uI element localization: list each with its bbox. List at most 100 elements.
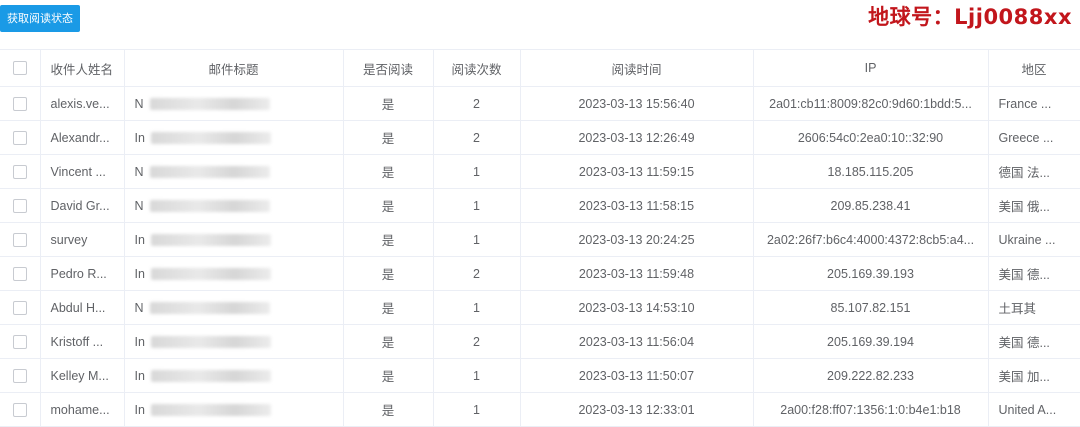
read-count: 2: [433, 324, 521, 359]
row-checkbox[interactable]: [12, 300, 27, 315]
recipient-name: Kristoff ...: [40, 324, 125, 359]
table-row[interactable]: Kelley M... In 是 1 2023-03-13 11:50:07 209.22…: [0, 358, 1080, 393]
row-checkbox-cell[interactable]: [0, 392, 41, 427]
row-checkbox[interactable]: [12, 198, 27, 213]
header-ip: IP: [753, 49, 989, 87]
read-count: 2: [433, 256, 521, 291]
header-subject: 邮件标题: [124, 49, 344, 87]
read-count: 2: [433, 120, 521, 155]
read-count: 1: [433, 358, 521, 393]
row-checkbox-cell[interactable]: [0, 120, 41, 155]
row-checkbox-cell[interactable]: [0, 188, 41, 223]
select-all-checkbox[interactable]: [12, 61, 27, 76]
row-checkbox[interactable]: [12, 96, 27, 111]
read-status: 是: [343, 154, 434, 189]
table-row[interactable]: Kristoff ... In 是 2 2023-03-13 11:56:04 205.1…: [0, 324, 1080, 359]
ip-address: 2a01:cb11:8009:82c0:9d60:1bdd:5...: [753, 86, 989, 121]
region: Greece ...: [988, 120, 1080, 155]
region: United A...: [988, 392, 1080, 427]
email-subject: In: [124, 222, 344, 257]
recipient-name: mohame...: [40, 392, 125, 427]
table-row[interactable]: survey In 是 1 2023-03-13 20:24:25 2a02:26f7:b…: [0, 222, 1080, 257]
recipient-name: Pedro R...: [40, 256, 125, 291]
email-subject: In: [124, 120, 344, 155]
row-checkbox[interactable]: [12, 368, 27, 383]
read-time: 2023-03-13 12:33:01: [520, 392, 754, 427]
email-subject: In: [124, 392, 344, 427]
header-read-count: 阅读次数: [433, 49, 521, 87]
read-status: 是: [343, 256, 434, 291]
redacted-text: [150, 336, 271, 349]
table-row[interactable]: Alexandr... In 是 2 2023-03-13 12:26:49 2606:5…: [0, 120, 1080, 155]
table-row[interactable]: alexis.ve... N 是 2 2023-03-13 15:56:40 2a01:c…: [0, 86, 1080, 121]
table-row[interactable]: David Gr... N 是 1 2023-03-13 11:58:15 209.85.…: [0, 188, 1080, 223]
ip-address: 209.222.82.233: [753, 358, 989, 393]
table-row[interactable]: Pedro R... In 是 2 2023-03-13 11:59:48 205.169…: [0, 256, 1080, 291]
ip-address: 205.169.39.194: [753, 324, 989, 359]
email-subject: N: [124, 86, 344, 121]
toolbar: 获取阅读状态 地球号：Ljj0088xx: [0, 0, 1080, 48]
redacted-text: [149, 166, 270, 179]
fetch-read-status-button[interactable]: 获取阅读状态: [0, 5, 80, 32]
email-read-table: 收件人姓名 邮件标题 是否阅读 阅读次数 阅读时间 IP 地区 alexis.v…: [0, 49, 1080, 427]
redacted-text: [149, 200, 270, 213]
row-checkbox-cell[interactable]: [0, 154, 41, 189]
redacted-text: [149, 302, 270, 315]
region: Ukraine ...: [988, 222, 1080, 257]
read-count: 1: [433, 188, 521, 223]
table-row[interactable]: Vincent ... N 是 1 2023-03-13 11:59:15 18.185.…: [0, 154, 1080, 189]
redacted-text: [150, 268, 271, 281]
read-time: 2023-03-13 15:56:40: [520, 86, 754, 121]
read-status: 是: [343, 120, 434, 155]
read-count: 1: [433, 290, 521, 325]
ip-address: 18.185.115.205: [753, 154, 989, 189]
ip-address: 2a00:f28:ff07:1356:1:0:b4e1:b18: [753, 392, 989, 427]
read-status: 是: [343, 324, 434, 359]
recipient-name: survey: [40, 222, 125, 257]
region: 土耳其: [988, 290, 1080, 325]
row-checkbox-cell[interactable]: [0, 222, 41, 257]
ip-address: 209.85.238.41: [753, 188, 989, 223]
read-time: 2023-03-13 11:58:15: [520, 188, 754, 223]
read-time: 2023-03-13 11:50:07: [520, 358, 754, 393]
header-name: 收件人姓名: [40, 49, 125, 87]
region: 美国 德...: [988, 324, 1080, 359]
recipient-name: David Gr...: [40, 188, 125, 223]
redacted-text: [150, 370, 271, 383]
row-checkbox-cell[interactable]: [0, 290, 41, 325]
read-time: 2023-03-13 14:53:10: [520, 290, 754, 325]
row-checkbox[interactable]: [12, 232, 27, 247]
redacted-text: [150, 234, 271, 247]
email-subject: In: [124, 256, 344, 291]
ip-address: 205.169.39.193: [753, 256, 989, 291]
row-checkbox-cell[interactable]: [0, 86, 41, 121]
region: 美国 加...: [988, 358, 1080, 393]
table-header-row: 收件人姓名 邮件标题 是否阅读 阅读次数 阅读时间 IP 地区: [0, 49, 1080, 87]
header-region: 地区: [988, 49, 1080, 87]
row-checkbox[interactable]: [12, 130, 27, 145]
read-time: 2023-03-13 11:56:04: [520, 324, 754, 359]
read-status: 是: [343, 392, 434, 427]
header-is-read: 是否阅读: [343, 49, 434, 87]
row-checkbox[interactable]: [12, 334, 27, 349]
row-checkbox-cell[interactable]: [0, 256, 41, 291]
select-all-cell[interactable]: [0, 49, 41, 87]
email-subject: N: [124, 188, 344, 223]
row-checkbox[interactable]: [12, 164, 27, 179]
row-checkbox[interactable]: [12, 402, 27, 417]
region: 美国 德...: [988, 256, 1080, 291]
row-checkbox-cell[interactable]: [0, 324, 41, 359]
redacted-text: [149, 98, 270, 111]
read-count: 1: [433, 222, 521, 257]
recipient-name: Alexandr...: [40, 120, 125, 155]
read-count: 2: [433, 86, 521, 121]
read-count: 1: [433, 154, 521, 189]
read-time: 2023-03-13 11:59:48: [520, 256, 754, 291]
read-count: 1: [433, 392, 521, 427]
row-checkbox-cell[interactable]: [0, 358, 41, 393]
row-checkbox[interactable]: [12, 266, 27, 281]
ip-address: 85.107.82.151: [753, 290, 989, 325]
read-time: 2023-03-13 20:24:25: [520, 222, 754, 257]
table-row[interactable]: mohame... In 是 1 2023-03-13 12:33:01 2a00:f28…: [0, 392, 1080, 427]
table-row[interactable]: Abdul H... N 是 1 2023-03-13 14:53:10 85.107.8…: [0, 290, 1080, 325]
